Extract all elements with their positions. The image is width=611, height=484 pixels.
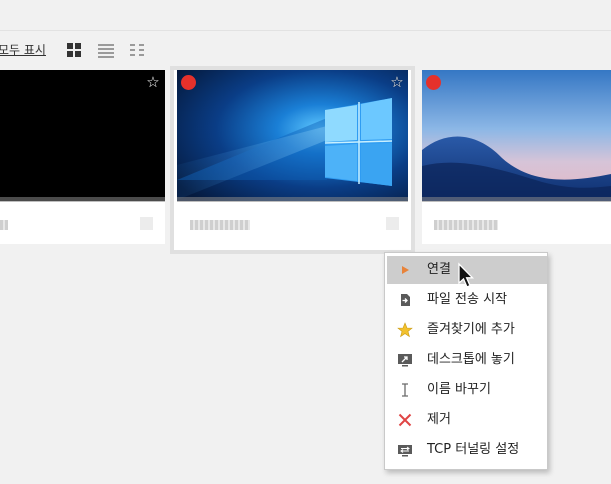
menu-item-start-file-transfer[interactable]: 파일 전송 시작: [387, 286, 547, 314]
favorite-star-icon[interactable]: ☆: [389, 74, 405, 90]
computer-card[interactable]: ☆: [0, 70, 165, 244]
card-name-blurred: [0, 220, 8, 230]
card-thumbnail: [0, 70, 165, 201]
offline-status-icon: [426, 75, 441, 90]
menu-item-label: 제거: [427, 412, 451, 427]
menu-item-remove[interactable]: 제거: [387, 406, 547, 434]
menu-item-place-on-desktop[interactable]: 데스크톱에 놓기: [387, 346, 547, 374]
menu-item-label: 파일 전송 시작: [427, 292, 508, 307]
play-icon: [402, 266, 409, 274]
card-thumbnail: [177, 70, 408, 201]
card-thumbnail: [422, 70, 611, 201]
menu-item-rename[interactable]: 이름 바꾸기: [387, 376, 547, 404]
menu-item-label: TCP 터널링 설정: [427, 442, 520, 457]
top-bar: [0, 0, 611, 31]
detail-view-icon[interactable]: [130, 42, 146, 58]
thumbnail-divider: [0, 197, 165, 202]
list-view-icon[interactable]: [98, 42, 114, 58]
favorite-star-icon[interactable]: ☆: [145, 74, 161, 90]
computer-card[interactable]: ☆: [174, 70, 411, 250]
star-icon: [397, 322, 413, 338]
computer-card[interactable]: [422, 70, 611, 244]
menu-item-add-to-favorites[interactable]: 즐겨찾기에 추가: [387, 316, 547, 344]
menu-item-tcp-tunneling[interactable]: TCP 터널링 설정: [387, 436, 547, 464]
menu-item-label: 이름 바꾸기: [427, 382, 491, 397]
menu-item-label: 연결: [427, 262, 451, 277]
mouse-pointer-icon: [458, 262, 475, 288]
menu-item-label: 데스크톱에 놓기: [427, 352, 515, 367]
text-cursor-icon: [402, 383, 408, 397]
thumbnail-divider: [422, 197, 611, 202]
card-name-blurred: [190, 220, 250, 230]
grid-view-icon[interactable]: [66, 42, 82, 58]
card-name-blurred: [434, 220, 498, 230]
windows-wallpaper-image: [177, 70, 408, 201]
show-all-link[interactable]: 모두 표시: [0, 41, 46, 58]
file-transfer-icon: [401, 294, 410, 306]
thumbnail-divider: [177, 197, 408, 202]
menu-item-label: 즐겨찾기에 추가: [427, 322, 515, 337]
tcp-tunnel-icon: [398, 445, 412, 457]
card-status-icon: [386, 217, 399, 230]
remove-x-icon: [398, 413, 412, 427]
offline-status-icon: [181, 75, 196, 90]
landscape-wallpaper-image: [422, 70, 611, 201]
card-status-icon: [140, 217, 153, 230]
view-toolbar: 모두 표시: [0, 38, 611, 62]
desktop-shortcut-icon: [398, 354, 412, 367]
